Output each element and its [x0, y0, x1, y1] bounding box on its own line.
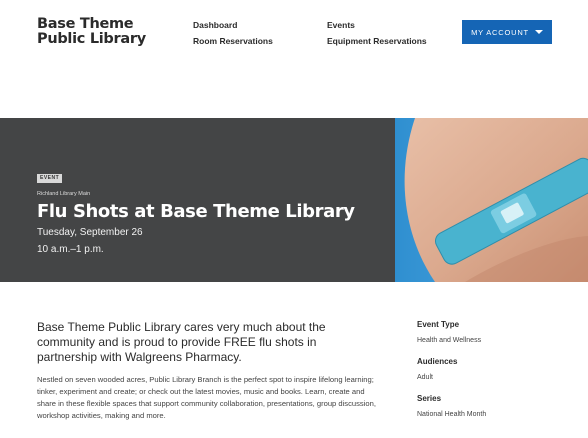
event-hero: EVENT Richland Library Main Flu Shots at…	[0, 118, 588, 282]
event-type-value[interactable]: Health and Wellness	[417, 337, 577, 344]
logo-line-2: Public Library	[37, 31, 146, 47]
chevron-down-icon	[534, 30, 543, 34]
audiences-heading: Audiences	[417, 357, 458, 366]
logo-line-1: Base Theme	[37, 16, 134, 32]
site-header: Base Theme Public Library Dashboard Room…	[0, 0, 588, 118]
lead-paragraph: Base Theme Public Library cares very muc…	[37, 320, 326, 364]
nav-link-events[interactable]: Events	[327, 18, 427, 34]
event-description: Base Theme Public Library cares very muc…	[37, 320, 377, 422]
audiences-value[interactable]: Adult	[417, 374, 577, 381]
series-value[interactable]: National Health Month	[417, 411, 577, 418]
series-heading: Series	[417, 394, 442, 403]
site-logo[interactable]: Base Theme Public Library	[37, 17, 146, 47]
nav-link-equipment-reservations[interactable]: Equipment Reservations	[327, 34, 427, 50]
event-date: Tuesday, September 26	[37, 227, 143, 238]
my-account-button[interactable]: MY ACCOUNT	[462, 20, 552, 44]
bandage-photo	[395, 118, 588, 282]
audiences-block: Audiences Adult	[417, 357, 577, 381]
nav-column-2: Events Equipment Reservations	[327, 18, 427, 49]
event-details-sidebar: Event Type Health and Wellness Audiences…	[417, 320, 577, 431]
body-paragraph: Nestled on seven wooded acres, Public Li…	[37, 375, 376, 420]
event-branch: Richland Library Main	[37, 191, 91, 197]
event-title: Flu Shots at Base Theme Library	[37, 201, 355, 222]
event-badge: EVENT	[37, 174, 63, 183]
nav-link-dashboard[interactable]: Dashboard	[193, 18, 273, 34]
nav-link-room-reservations[interactable]: Room Reservations	[193, 34, 273, 50]
series-block: Series National Health Month	[417, 394, 577, 418]
bandage-image-icon	[395, 118, 588, 282]
event-type-heading: Event Type	[417, 320, 460, 329]
my-account-label: MY ACCOUNT	[471, 27, 529, 37]
event-time: 10 a.m.–1 p.m.	[37, 244, 104, 255]
hero-text: EVENT Richland Library Main Flu Shots at…	[37, 166, 355, 255]
nav-column-1: Dashboard Room Reservations	[193, 18, 273, 49]
event-type-block: Event Type Health and Wellness	[417, 320, 577, 344]
